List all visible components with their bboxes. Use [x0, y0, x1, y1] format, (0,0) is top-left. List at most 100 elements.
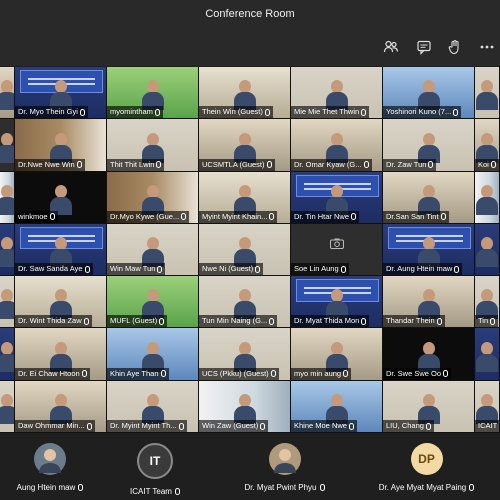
microphone-icon — [425, 422, 431, 430]
participant-tile[interactable]: UCS (Pkku) (Guest) — [199, 328, 291, 381]
participant-tile[interactable]: Dr. Aung Htein maw — [383, 223, 475, 277]
participants-icon[interactable] — [382, 38, 400, 56]
participant-tile[interactable] — [475, 67, 500, 120]
participant-name: Thein Win (Guest) — [202, 107, 263, 117]
participant-name-label: Dr. Zaw Tun — [383, 158, 437, 171]
participant-name-label: Nwe Ni (Guest) — [199, 263, 264, 276]
participant-tile[interactable]: Dr.Nwe Nwe Win — [15, 119, 107, 172]
participant-tile[interactable]: Dr.Myo Kywe (Gue... — [107, 171, 199, 224]
participant-tile[interactable]: Dr. Zaw Tun — [383, 119, 475, 172]
participant-tile[interactable]: Thit Thit Lwin — [107, 119, 199, 172]
microphone-icon — [340, 265, 346, 273]
participant-tile[interactable]: Yoshinori Kuno (7... — [383, 67, 475, 120]
microphone-icon — [490, 317, 496, 325]
microphone-icon — [84, 265, 90, 273]
participant-tile[interactable]: Khine Moe Nwe — [291, 380, 383, 433]
participant-tile[interactable]: Dr. Saw Sanda Aye — [15, 223, 107, 277]
participant-name-label: Dr. Aung Htein maw — [383, 263, 463, 276]
participant-tile[interactable]: Thandar Thein — [383, 276, 475, 329]
participant-tile[interactable] — [0, 223, 15, 277]
participant-name: Aung Htein maw — [16, 483, 76, 492]
participant-tile[interactable]: LIU, Chang — [383, 380, 475, 433]
participant-tile[interactable]: Dr. Swe Swe Oo — [383, 328, 475, 381]
participant-tile[interactable]: ICAIT — [475, 380, 500, 433]
participant-tile[interactable] — [475, 171, 500, 224]
participant-tile[interactable]: Khin Aye Than — [107, 328, 199, 381]
participant-tile[interactable] — [0, 67, 15, 120]
participant-name-label: MUFL (Guest) — [107, 315, 168, 328]
participant-tile[interactable]: Win Maw Tun — [107, 223, 199, 277]
participant-tile[interactable]: Nwe Ni (Guest) — [199, 223, 291, 277]
microphone-icon — [260, 422, 266, 430]
participant-tile[interactable]: Koi — [475, 119, 500, 172]
participant-tile[interactable]: Dr. Omar Kyaw (G... — [291, 119, 383, 172]
overflow-participant[interactable]: IT ICAIT Team — [95, 433, 215, 500]
participant-name-label: Dr.San San Tint — [383, 210, 449, 223]
participant-tile[interactable] — [0, 171, 15, 224]
participant-name-label: UCSMTLA (Guest) — [199, 158, 275, 171]
participant-name: Khin Aye Than — [110, 368, 159, 378]
microphone-icon — [269, 317, 275, 325]
participant-tile[interactable]: Dr. Myint Myint Th... — [107, 380, 199, 433]
participant-tile[interactable]: Daw Ohmmar Min... — [15, 380, 107, 433]
avatar: DP — [410, 443, 443, 475]
microphone-icon — [454, 265, 460, 273]
participant-tile[interactable] — [0, 276, 15, 329]
participant-name: Dr. Ei Chaw Htoon — [18, 368, 80, 378]
participant-tile[interactable]: Dr. Ei Chaw Htoon — [15, 328, 107, 381]
participant-tile[interactable]: Soe Lin Aung — [291, 223, 383, 277]
overflow-participant[interactable]: DP Dr. Aye Myat Myat Paing — [353, 433, 500, 500]
overflow-participant[interactable]: Aung Htein maw — [0, 433, 100, 500]
participant-tile[interactable]: UCSMTLA (Guest) — [199, 119, 291, 172]
participant-figure — [0, 132, 14, 163]
participant-name-label: Dr.Nwe Nwe Win — [15, 158, 85, 171]
participant-tile[interactable] — [475, 223, 500, 277]
microphone-icon — [361, 108, 367, 116]
meeting-toolbar — [0, 28, 500, 66]
participant-name-label: LIU, Chang — [383, 420, 434, 433]
raise-hand-icon[interactable] — [446, 38, 464, 56]
participant-tile[interactable] — [0, 380, 15, 433]
participant-tile[interactable]: myomintham — [107, 67, 199, 120]
participant-name: Thit Thit Lwin — [110, 159, 155, 169]
participant-tile[interactable]: Dr. Myo Thein Gyi — [15, 67, 107, 120]
participant-name-label: Khin Aye Than — [107, 367, 169, 380]
microphone-icon — [181, 213, 187, 221]
more-options-icon[interactable] — [478, 38, 496, 56]
participant-tile[interactable]: Myint Myint Khain... — [199, 171, 291, 224]
participant-name: ICAIT Team — [130, 487, 172, 496]
participant-tile[interactable]: Tin — [475, 276, 500, 329]
microphone-icon — [490, 161, 496, 169]
participant-tile[interactable]: Thein Win (Guest) — [199, 67, 291, 120]
participant-figure — [476, 341, 498, 372]
participant-name-label: Myint Myint Khain... — [199, 210, 278, 223]
microphone-icon — [264, 108, 270, 116]
participant-name: Tun Min Naing (G... — [202, 316, 268, 326]
participant-tile[interactable] — [0, 119, 15, 172]
participant-tile[interactable]: Win Zaw (Guest) — [199, 380, 291, 433]
participant-tile[interactable]: winkmoe — [15, 171, 107, 224]
participant-tile[interactable] — [0, 328, 15, 381]
participant-tile[interactable]: Dr.San San Tint — [383, 171, 475, 224]
microphone-icon — [160, 370, 166, 378]
participant-name: Win Zaw (Guest) — [202, 421, 259, 431]
participant-tile[interactable] — [475, 328, 500, 381]
participant-name: Daw Ohmmar Min... — [18, 421, 85, 431]
participant-tile[interactable]: Mie Mie Thet Thwin — [291, 67, 383, 120]
participant-tile[interactable]: Dr. Myat Thida Mon — [291, 276, 383, 329]
overflow-participant[interactable]: Dr. Myat Pwint Phyu — [222, 433, 347, 500]
chat-icon[interactable] — [415, 38, 433, 56]
participant-tile[interactable]: Dr. Tin Htar Nwe — [291, 171, 383, 224]
participant-name-label: ICAIT — [475, 420, 499, 433]
participant-name: winkmoe — [18, 211, 48, 221]
participant-name-label: Thein Win (Guest) — [199, 106, 273, 119]
participant-tile[interactable]: Dr. Wint Thida Zaw — [15, 276, 107, 329]
participant-name: Dr. Wint Thida Zaw — [18, 316, 82, 326]
participant-tile[interactable]: MUFL (Guest) — [107, 276, 199, 329]
participant-name-label: Daw Ohmmar Min... — [15, 420, 95, 433]
participant-name: Dr. Aung Htein maw — [386, 264, 453, 274]
participant-name: Dr. Saw Sanda Aye — [18, 264, 83, 274]
participant-tile[interactable]: Tun Min Naing (G... — [199, 276, 291, 329]
participant-tile[interactable]: myo min aung — [291, 328, 383, 381]
microphone-icon — [86, 422, 92, 430]
